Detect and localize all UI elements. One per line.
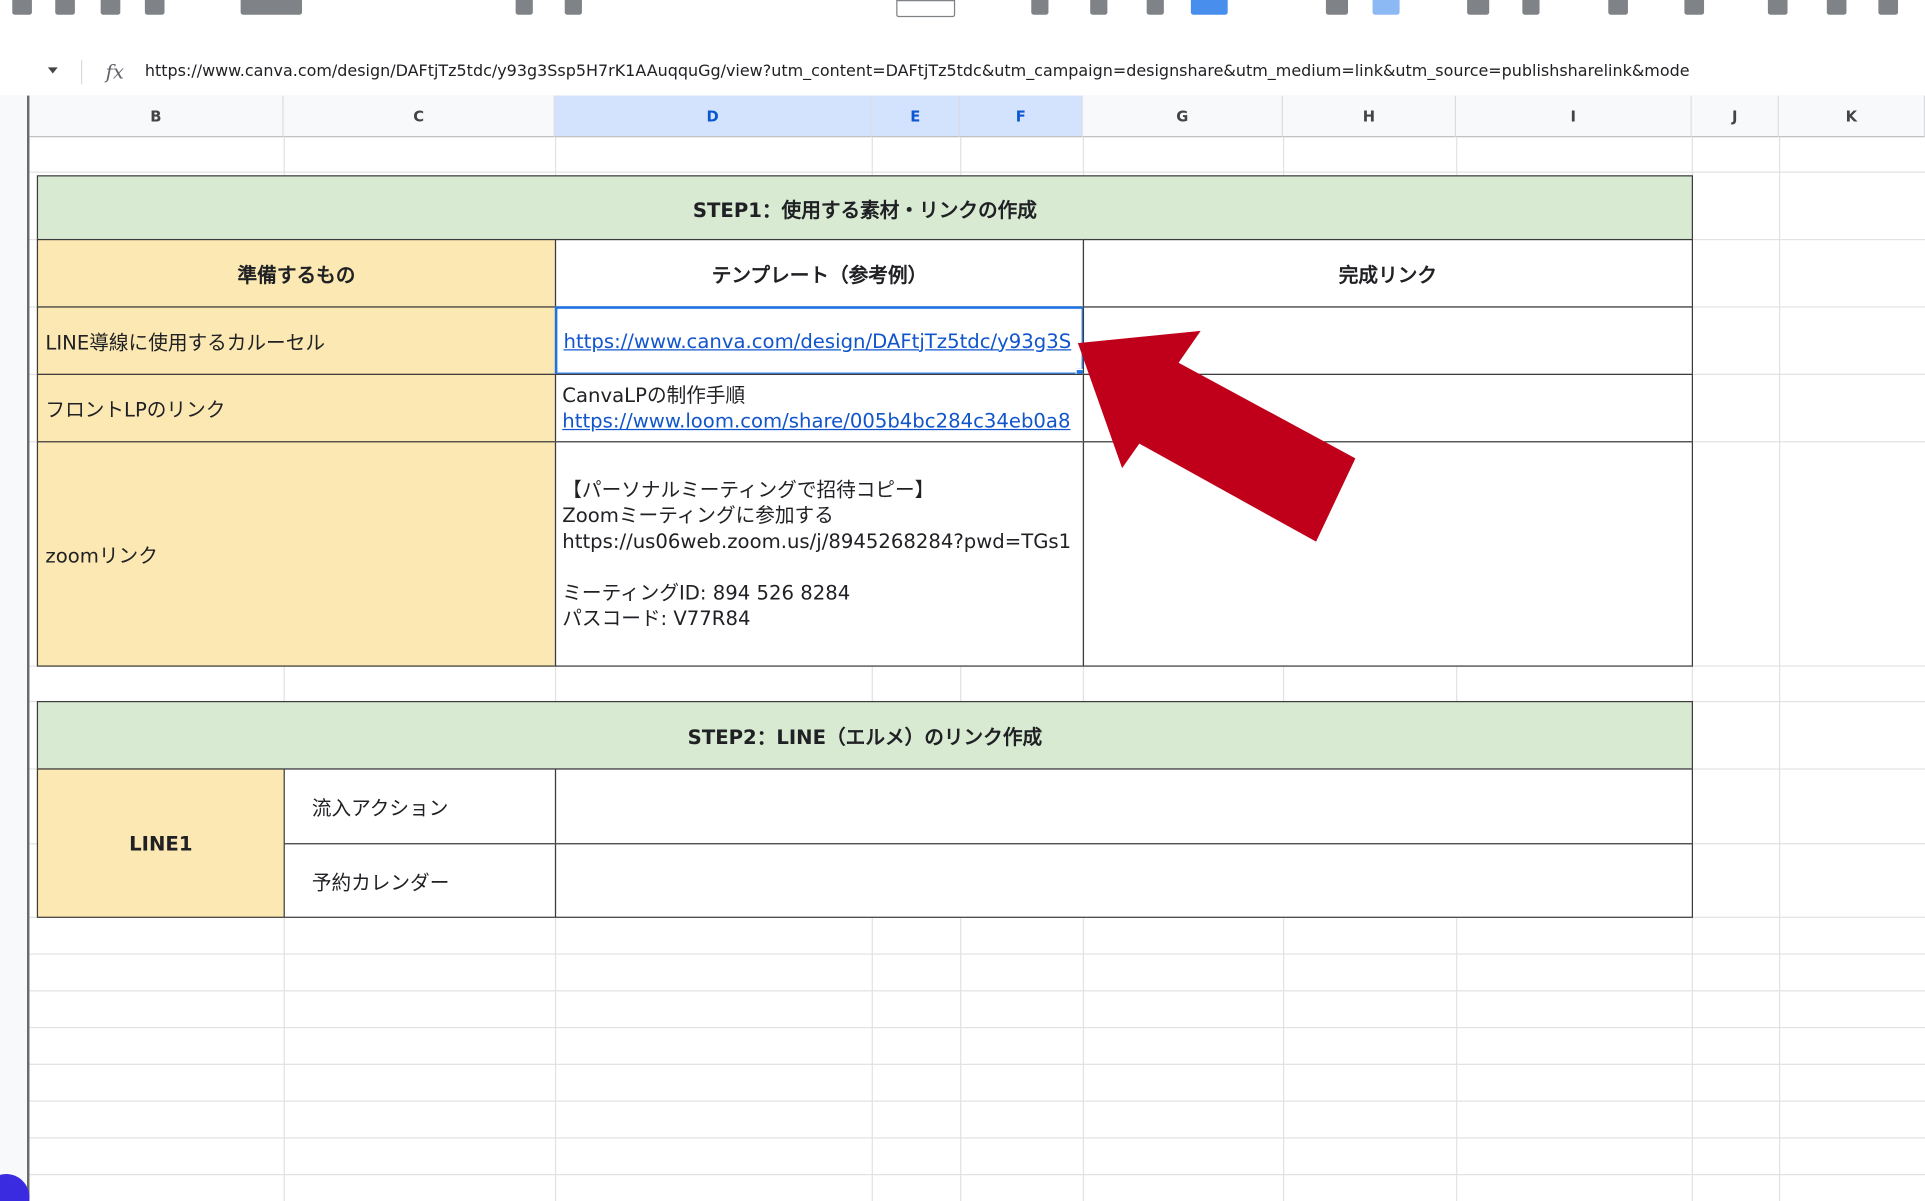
step2-title[interactable]: STEP2：LINE（エルメ）のリンク作成 — [36, 700, 1693, 770]
column-header-c[interactable]: C — [283, 95, 555, 138]
row-label-front-lp[interactable]: フロントLPのリンク — [36, 373, 557, 443]
canva-link[interactable]: https://www.canva.com/design/DAFtjTz5tdc… — [564, 329, 1072, 352]
row-header-strip[interactable] — [0, 95, 30, 1201]
zoom-line-2: Zoomミーティングに参加する — [562, 503, 834, 527]
italic-icon[interactable] — [1090, 0, 1108, 15]
formula-input[interactable]: https://www.canva.com/design/DAFtjTz5tdc… — [145, 63, 1925, 81]
column-header-b[interactable]: B — [29, 95, 284, 138]
step2-row-calendar[interactable]: 予約カレンダー — [283, 843, 557, 918]
header-prep[interactable]: 準備するもの — [36, 238, 557, 308]
step2-row-inflow-action[interactable]: 流入アクション — [283, 768, 557, 845]
step2-cell-inflow-action[interactable] — [554, 768, 1693, 845]
step2-group-label[interactable]: LINE1 — [36, 768, 285, 918]
header-template[interactable]: テンプレート（参考例） — [554, 238, 1085, 308]
zoom-line-3: https://us06web.zoom.us/j/8945268284?pwd… — [562, 529, 1072, 553]
comment-icon[interactable] — [1826, 0, 1847, 15]
step2-cell-calendar[interactable] — [554, 843, 1693, 918]
merge-cells-icon[interactable] — [1372, 0, 1400, 15]
zoom-line-6: パスコード: V77R84 — [562, 606, 751, 630]
text-color-icon[interactable] — [1190, 0, 1228, 15]
redo-icon[interactable] — [55, 0, 75, 15]
cell-front-lp-template[interactable]: CanvaLPの制作手順 https://www.loom.com/share/… — [554, 373, 1085, 443]
spreadsheet-view: fx https://www.canva.com/design/DAFtjTz5… — [0, 0, 1925, 1201]
column-header-j[interactable]: J — [1691, 95, 1779, 138]
link-icon[interactable] — [1767, 0, 1788, 15]
decimal-decrease-icon[interactable] — [515, 0, 533, 15]
step1-title[interactable]: STEP1：使用する素材・リンクの作成 — [36, 175, 1693, 241]
zoom-line-1: 【パーソナルミーティングで招待コピー】 — [562, 477, 935, 502]
row-label-zoom[interactable]: zoomリンク — [36, 441, 557, 667]
formula-divider — [81, 60, 83, 85]
column-header-f[interactable]: F — [960, 95, 1083, 138]
align-icon[interactable] — [1467, 0, 1490, 15]
decimal-increase-icon[interactable] — [564, 0, 582, 15]
canvalp-steps-text: CanvaLPの制作手順 — [562, 383, 746, 407]
valign-icon[interactable] — [1522, 0, 1540, 15]
chart-icon[interactable] — [1878, 0, 1899, 15]
borders-icon[interactable] — [1325, 0, 1349, 15]
cell-carousel-template[interactable]: https://www.canva.com/design/DAFtjTz5tdc… — [554, 306, 1085, 376]
bold-icon[interactable] — [1031, 0, 1049, 15]
zoom-line-5: ミーティングID: 894 526 8284 — [562, 580, 851, 605]
wrap-icon[interactable] — [1608, 0, 1628, 15]
column-header-d[interactable]: D — [554, 95, 872, 138]
toolbar — [0, 0, 1925, 51]
column-header-g[interactable]: G — [1082, 95, 1283, 138]
print-icon[interactable] — [100, 0, 121, 15]
column-header-k[interactable]: K — [1778, 95, 1925, 138]
cell-zoom-template[interactable]: 【パーソナルミーティングで招待コピー】 Zoomミーティングに参加する http… — [554, 441, 1085, 667]
annotation-arrow-icon — [1077, 330, 1356, 542]
column-header-i[interactable]: I — [1456, 95, 1692, 138]
header-done-link[interactable]: 完成リンク — [1082, 238, 1693, 308]
column-header-h[interactable]: H — [1282, 95, 1457, 138]
strikethrough-icon[interactable] — [1146, 0, 1164, 15]
row-label-carousel[interactable]: LINE導線に使用するカルーセル — [36, 306, 557, 376]
formula-bar: fx https://www.canva.com/design/DAFtjTz5… — [0, 49, 1925, 97]
loom-link[interactable]: https://www.loom.com/share/005b4bc284c34… — [562, 408, 1070, 434]
rotate-icon[interactable] — [1684, 0, 1705, 15]
zoom-select[interactable] — [240, 0, 303, 15]
fx-icon: fx — [105, 60, 124, 84]
column-header-e[interactable]: E — [871, 95, 961, 138]
paint-format-icon[interactable] — [144, 0, 165, 15]
font-size-box[interactable] — [896, 0, 956, 18]
dropdown-caret-icon[interactable] — [47, 67, 58, 74]
undo-icon[interactable] — [12, 0, 32, 15]
